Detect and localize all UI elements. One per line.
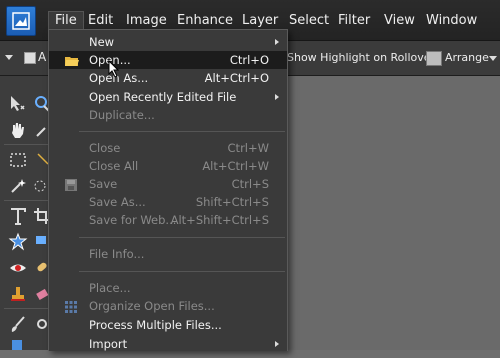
menu-item-shortcut: Shift+Ctrl+S (195, 195, 269, 209)
menu-item-process-multiple-files[interactable]: Process Multiple Files... (49, 316, 287, 334)
menu-item-shortcut: Ctrl+W (227, 141, 269, 155)
menu-item-label: Close (89, 141, 121, 155)
menu-item-label: New (89, 35, 115, 49)
menu-item-label: Open Recently Edited File (89, 90, 237, 104)
menu-item-save: Save Ctrl+S (49, 175, 287, 193)
menu-image[interactable]: Image (120, 12, 173, 30)
menu-item-open-as[interactable]: Open As... Alt+Ctrl+O (49, 69, 287, 87)
menu-item-shortcut: Alt+Ctrl+W (202, 159, 269, 173)
menu-item-label: Close All (89, 159, 139, 173)
submenu-arrow-icon (275, 94, 279, 100)
menu-edit[interactable]: Edit (82, 12, 119, 30)
arrange-caret-icon[interactable] (489, 56, 497, 61)
menu-filter[interactable]: Filter (332, 12, 376, 30)
menu-file[interactable]: File (48, 11, 84, 30)
menu-item-label: Process Multiple Files... (89, 318, 222, 332)
submenu-arrow-icon (275, 341, 279, 347)
menu-item-shortcut: Alt+Ctrl+O (204, 71, 269, 85)
file-menu-dropdown: New Open... Ctrl+O Open As... Alt+Ctrl+O… (48, 29, 288, 351)
toolbox-divider (4, 144, 48, 145)
brush-tool-icon[interactable] (8, 314, 28, 334)
menu-separator (79, 237, 285, 238)
toolbox-divider (4, 200, 48, 201)
mouse-cursor-icon (108, 59, 120, 81)
menu-item-import[interactable]: Import (49, 335, 287, 353)
menu-item-shortcut: Alt+Shift+Ctrl+S (170, 213, 269, 227)
paint-bucket-tool-icon[interactable] (8, 338, 28, 358)
menu-item-save-for-web: Save for Web... Alt+Shift+Ctrl+S (49, 211, 287, 229)
app-icon[interactable] (6, 6, 36, 36)
menu-item-close-all: Close All Alt+Ctrl+W (49, 157, 287, 175)
menu-item-label: File Info... (89, 247, 145, 261)
menu-separator (79, 271, 285, 272)
menu-enhance[interactable]: Enhance (171, 12, 239, 30)
magic-wand-tool-icon[interactable] (8, 176, 28, 196)
toolbox-divider (4, 308, 48, 309)
menu-item-duplicate: Duplicate... (49, 106, 287, 124)
menu-item-label: Save (89, 177, 118, 191)
menu-item-organize-open-files: Organize Open Files... (49, 297, 287, 315)
red-eye-tool-icon[interactable] (8, 258, 28, 278)
toolbox (0, 76, 53, 350)
menu-item-label: Save for Web... (89, 213, 177, 227)
menu-view[interactable]: View (378, 12, 421, 30)
menu-item-label: Duplicate... (89, 108, 155, 122)
arrange-button[interactable]: Arrange (445, 51, 489, 64)
menu-item-shortcut: Ctrl+S (231, 177, 269, 191)
menu-item-label: Place... (89, 281, 131, 295)
menu-item-open[interactable]: Open... Ctrl+O (49, 51, 287, 69)
options-checkbox[interactable] (24, 52, 36, 64)
menu-item-close: Close Ctrl+W (49, 139, 287, 157)
options-checkbox-label: A (38, 50, 47, 64)
menu-item-label: Save As... (89, 195, 146, 209)
type-tool-icon[interactable] (8, 206, 28, 226)
options-dropdown-arrow-icon[interactable] (5, 55, 13, 60)
menu-item-label: Organize Open Files... (89, 299, 215, 313)
menu-layer[interactable]: Layer (236, 12, 284, 30)
menu-item-new[interactable]: New (49, 33, 287, 51)
arrange-icon[interactable] (426, 51, 442, 66)
menu-select[interactable]: Select (283, 12, 335, 30)
show-highlight-label[interactable]: Show Highlight on Rollover (287, 51, 435, 64)
menu-item-open-recent[interactable]: Open Recently Edited File (49, 88, 287, 106)
move-tool-icon[interactable] (8, 94, 28, 114)
cookie-cutter-tool-icon[interactable] (8, 232, 28, 252)
clone-stamp-tool-icon[interactable] (8, 284, 28, 304)
menu-window[interactable]: Window (420, 12, 483, 30)
menu-item-file-info: File Info... (49, 245, 287, 263)
menu-item-label: Import (89, 337, 128, 351)
hand-tool-icon[interactable] (8, 120, 28, 140)
menu-item-place: Place... (49, 279, 287, 297)
menu-item-save-as: Save As... Shift+Ctrl+S (49, 193, 287, 211)
submenu-arrow-icon (275, 39, 279, 45)
menu-separator (79, 131, 285, 132)
menu-item-shortcut: Ctrl+O (229, 53, 269, 67)
marquee-tool-icon[interactable] (8, 150, 28, 170)
